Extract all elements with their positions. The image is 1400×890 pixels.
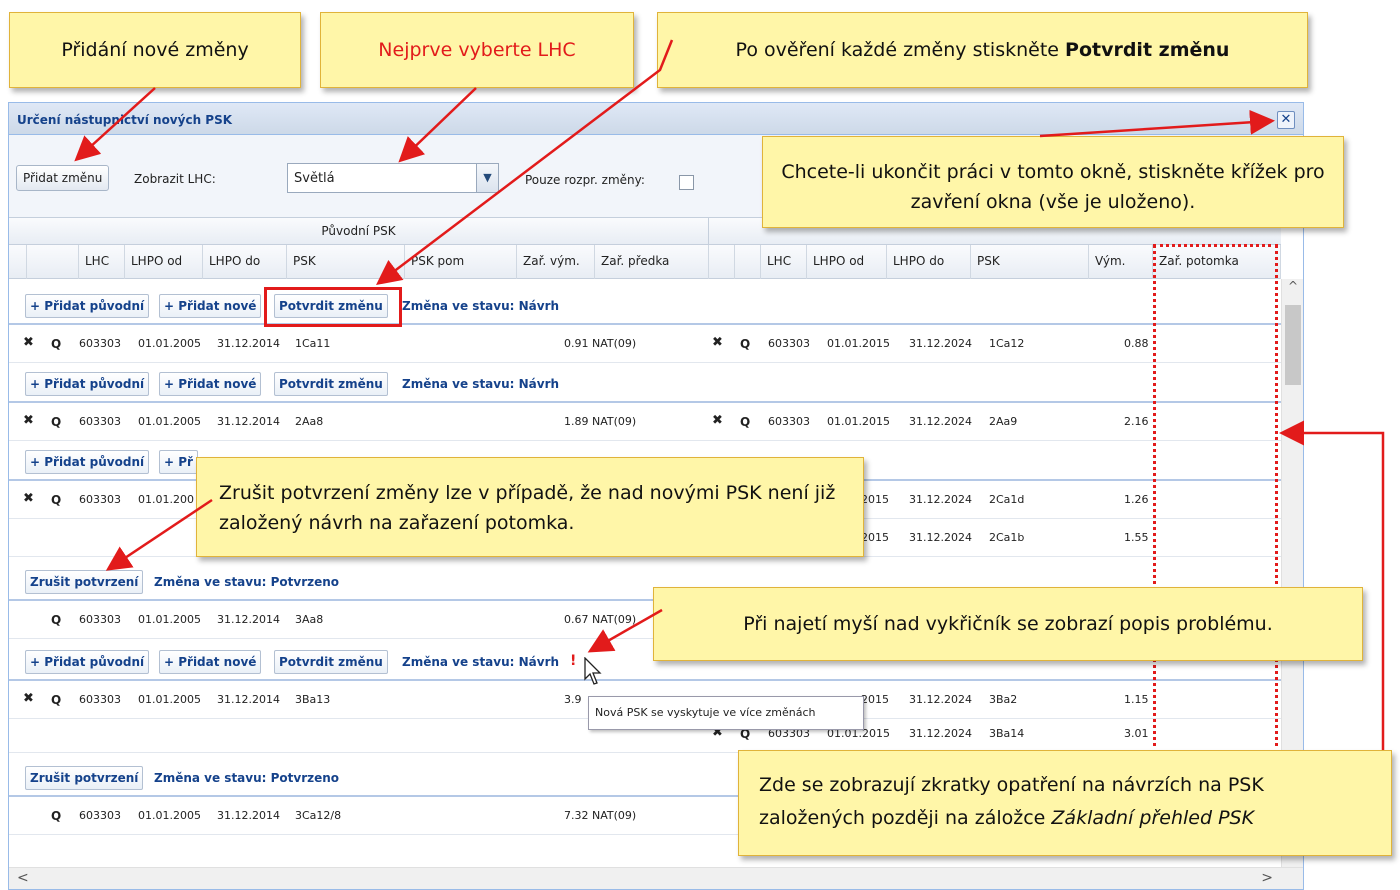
arrow-close-window — [1039, 109, 1275, 138]
arrow-confirm-change — [376, 39, 674, 286]
annotation-arrows — [74, 39, 1385, 750]
arrow-hover-warning — [587, 608, 663, 653]
arrow-shortcuts — [1279, 420, 1385, 750]
arrow-select-lhc — [398, 87, 477, 163]
arrow-cancel-confirm — [105, 498, 213, 571]
arrow-add-change — [74, 87, 156, 162]
